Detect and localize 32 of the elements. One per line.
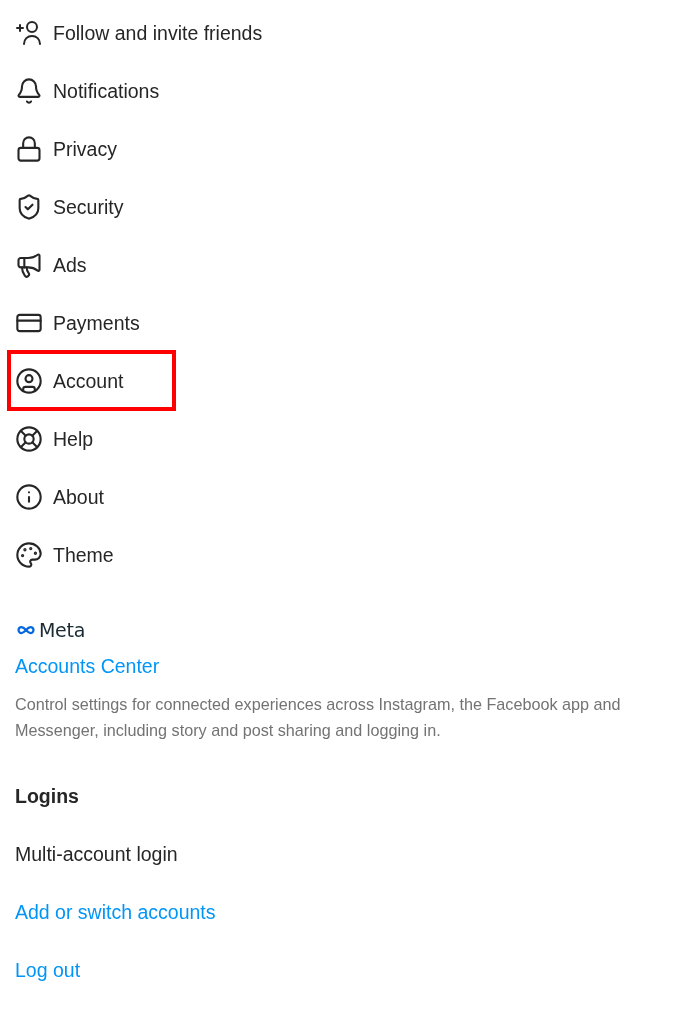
menu-item[interactable]: Theme <box>0 535 114 575</box>
section-title: Logins <box>15 784 79 808</box>
person-plus-icon <box>15 19 43 47</box>
padlock-icon <box>15 135 43 163</box>
menu-item[interactable]: Notifications <box>0 71 160 111</box>
menu-item[interactable]: Account <box>0 361 124 401</box>
option-item[interactable]: Multi-account login <box>15 842 178 866</box>
menu-item-label: Notifications <box>53 79 160 103</box>
menu-item[interactable]: Ads <box>0 245 87 285</box>
brand-wordmark: Meta <box>39 619 85 641</box>
user-circle-icon <box>15 367 43 395</box>
menu-item[interactable]: Help <box>0 419 94 459</box>
menu-item-label: About <box>53 485 104 509</box>
menu-item[interactable]: About <box>0 477 104 517</box>
menu-item-label: Follow and invite friends <box>53 21 263 45</box>
menu-item-label: Ads <box>53 253 87 277</box>
menu-item[interactable]: Security <box>0 187 124 227</box>
menu-item-label: Account <box>53 369 124 393</box>
menu-item[interactable]: Follow and invite friends <box>0 13 263 53</box>
menu-item-label: Theme <box>53 543 114 567</box>
lifebuoy-icon <box>15 425 43 453</box>
info-icon <box>15 483 43 511</box>
menu-item[interactable]: Payments <box>0 303 140 343</box>
megaphone-icon <box>15 251 43 279</box>
description-text: Control settings for connected experiences across Instagram, the Facebook app and Messenger, including story and post sharing and logging in. <box>15 694 622 741</box>
menu-item-label: Privacy <box>53 137 117 161</box>
menu-item-label: Security <box>53 195 124 219</box>
menu-item-label: Payments <box>53 311 140 335</box>
bell-icon <box>15 77 43 105</box>
menu-item[interactable]: Privacy <box>0 129 117 169</box>
menu-item-label: Help <box>53 427 94 451</box>
palette-icon <box>15 541 43 569</box>
